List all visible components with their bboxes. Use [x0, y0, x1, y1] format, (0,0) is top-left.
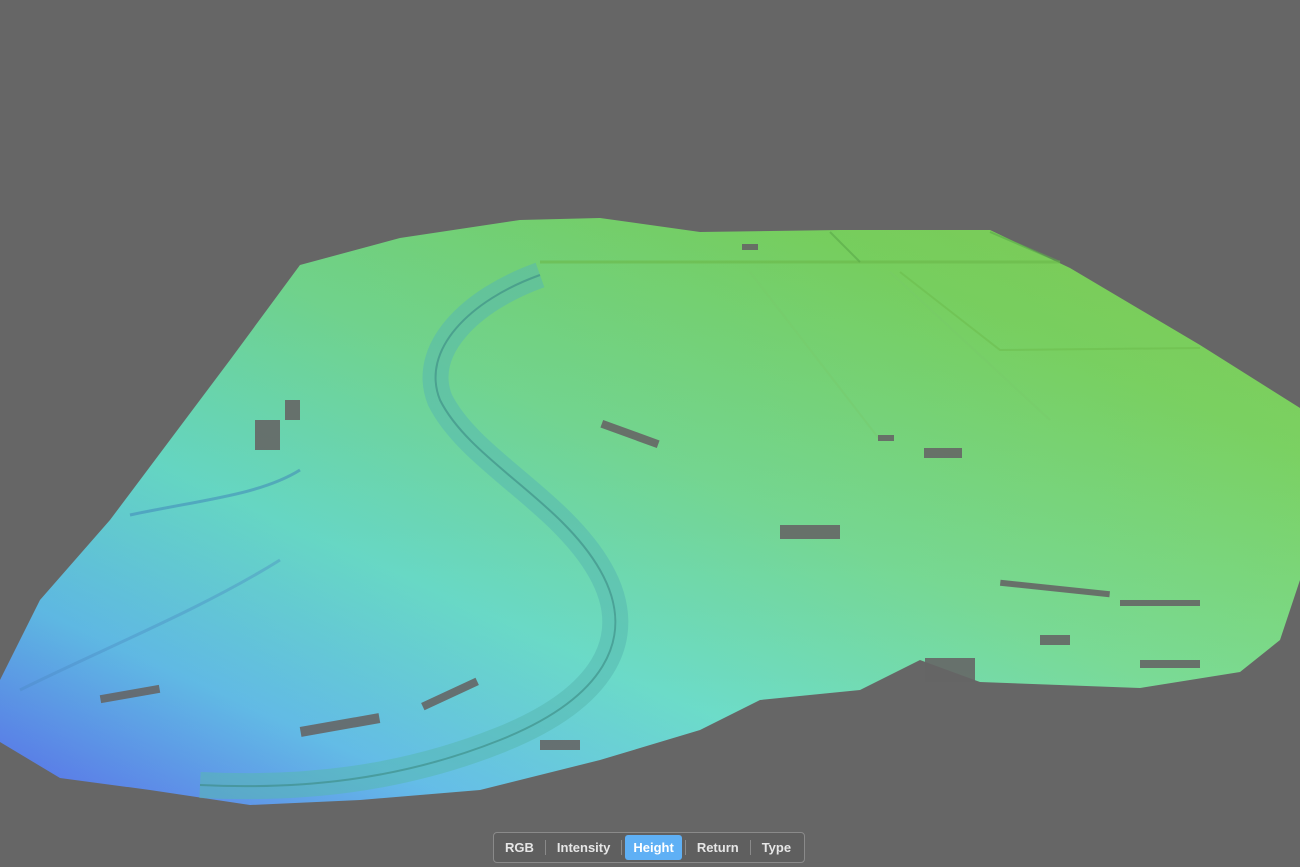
divider	[749, 840, 751, 855]
mode-button-type[interactable]: Type	[754, 835, 799, 860]
mode-button-return[interactable]: Return	[689, 835, 747, 860]
color-mode-toolbar: RGB Intensity Height Return Type	[493, 832, 805, 863]
mode-button-intensity[interactable]: Intensity	[549, 835, 618, 860]
divider	[621, 840, 623, 855]
divider	[544, 840, 546, 855]
divider	[684, 840, 686, 855]
point-cloud-viewport[interactable]: RGB Intensity Height Return Type	[0, 0, 1300, 867]
mode-button-rgb[interactable]: RGB	[497, 835, 542, 860]
mode-button-height[interactable]: Height	[625, 835, 682, 860]
height-colored-terrain	[0, 218, 1300, 805]
